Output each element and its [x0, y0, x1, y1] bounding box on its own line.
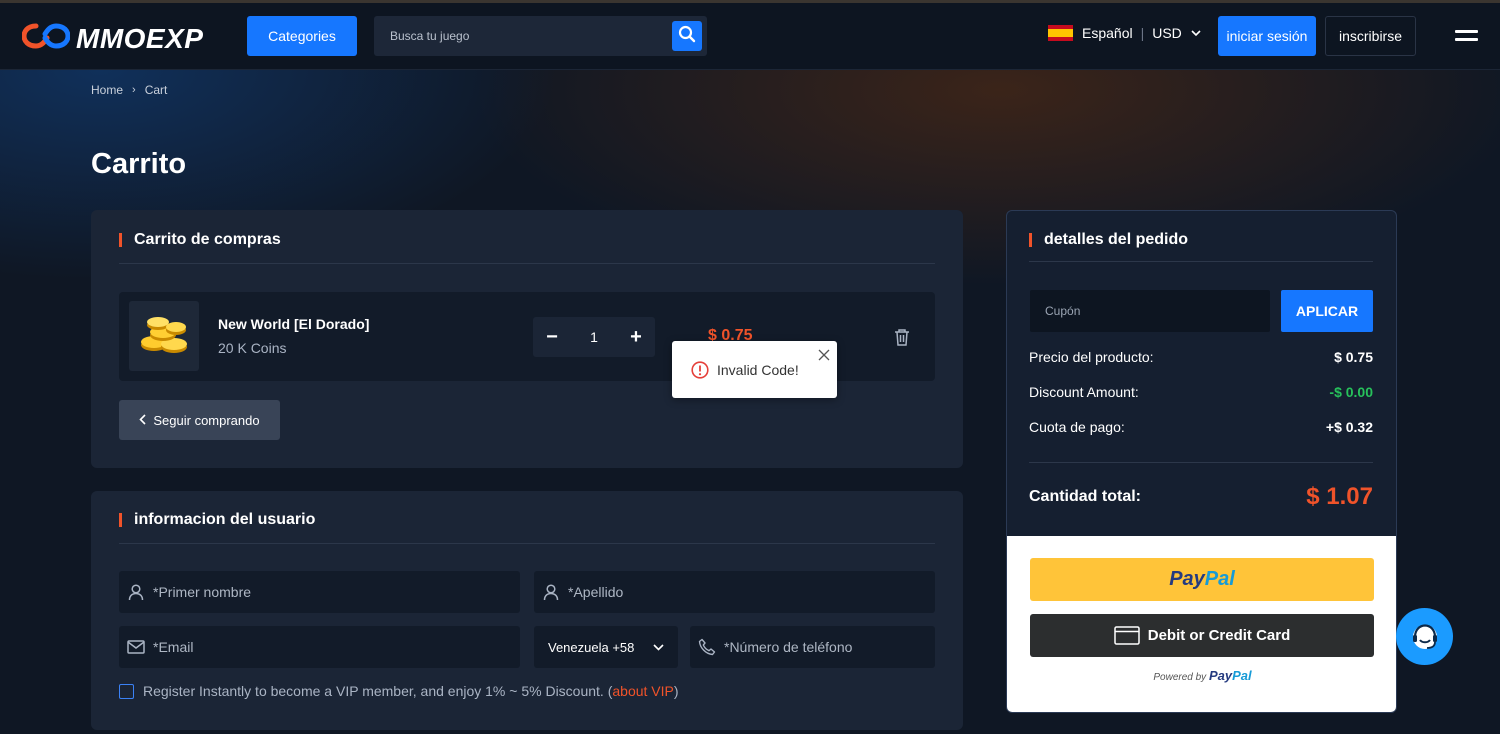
logo[interactable]: MMOEXP [21, 21, 204, 56]
search-bar [374, 16, 707, 56]
breadcrumb: Home › Cart [91, 83, 167, 97]
increase-button[interactable]: + [628, 326, 644, 349]
breadcrumb-home[interactable]: Home [91, 83, 123, 97]
continue-shopping-label: Seguir comprando [153, 412, 260, 428]
total-value: $ 1.07 [1306, 483, 1373, 510]
divider [1029, 261, 1373, 262]
vip-text-end: ) [673, 683, 679, 699]
quantity-stepper: − 1 + [533, 317, 655, 357]
fee-row: Cuota de pago: +$ 0.32 [1029, 419, 1373, 435]
email-field [119, 626, 520, 668]
last-name-input[interactable] [568, 584, 935, 600]
card-icon [1113, 626, 1140, 645]
continue-shopping-button[interactable]: Seguir comprando [119, 400, 280, 440]
user-icon [127, 583, 145, 601]
cart-card-title: Carrito de compras [134, 231, 281, 248]
chevron-down-icon [1191, 29, 1201, 37]
chevron-right-icon: › [132, 84, 136, 96]
search-button[interactable] [672, 21, 702, 51]
toast-message: Invalid Code! [717, 362, 799, 378]
country-code-value: Venezuela +58 [548, 639, 635, 655]
currency-label: USD [1152, 25, 1182, 41]
logo-infinity-icon [21, 21, 71, 56]
user-info-header: informacion del usuario [119, 511, 315, 529]
divider [1029, 462, 1373, 463]
divider [119, 263, 935, 264]
apply-coupon-button[interactable]: APLICAR [1281, 290, 1373, 332]
quantity-value[interactable]: 1 [590, 329, 598, 345]
language-label: Español [1082, 25, 1133, 41]
spain-flag-icon [1048, 25, 1073, 41]
item-name[interactable]: New World [El Dorado] [218, 316, 369, 332]
search-input[interactable] [390, 16, 660, 56]
error-icon [691, 361, 709, 384]
coins-icon [129, 301, 199, 371]
logo-text: MMOEXP [76, 22, 204, 54]
chevron-left-icon [139, 413, 146, 428]
breadcrumb-current: Cart [144, 83, 168, 97]
product-price-row: Precio del producto: $ 0.75 [1029, 349, 1373, 365]
product-price-value: $ 0.75 [1334, 349, 1373, 365]
total-row: Cantidad total: $ 1.07 [1029, 483, 1373, 511]
powered-by-text: Powered by [1153, 672, 1209, 683]
first-name-input[interactable] [153, 584, 520, 600]
fee-label: Cuota de pago: [1029, 419, 1125, 435]
vip-text: Register Instantly to become a VIP membe… [143, 683, 613, 699]
discount-row: Discount Amount: -$ 0.00 [1029, 384, 1373, 400]
phone-icon [698, 638, 716, 656]
page-title: Carrito [91, 148, 187, 180]
debit-credit-card-button[interactable]: Debit or Credit Card [1030, 614, 1374, 657]
discount-label: Discount Amount: [1029, 384, 1139, 400]
powered-paypal-pay: Pay [1208, 668, 1233, 683]
email-input[interactable] [153, 639, 520, 655]
first-name-field [119, 571, 520, 613]
about-vip-link[interactable]: about VIP [612, 683, 674, 699]
coupon-field [1030, 290, 1270, 332]
paypal-logo-pay: Pay [1169, 568, 1205, 590]
coupon-input[interactable] [1030, 290, 1270, 332]
paypal-logo-pal: Pal [1204, 568, 1235, 590]
paypal-button[interactable]: Pay Pal [1030, 558, 1374, 601]
error-toast: Invalid Code! [672, 341, 837, 398]
divider: | [1140, 25, 1145, 41]
accent-bar [119, 233, 122, 247]
product-price-label: Precio del producto: [1029, 349, 1154, 365]
item-subtitle: 20 K Coins [218, 340, 287, 356]
divider [119, 543, 935, 544]
login-button[interactable]: iniciar sesión [1218, 16, 1316, 56]
card-button-label: Debit or Credit Card [1147, 627, 1291, 644]
chevron-down-icon [653, 643, 664, 651]
vip-register-option: Register Instantly to become a VIP membe… [119, 683, 679, 699]
fee-value: +$ 0.32 [1325, 419, 1373, 435]
user-info-title: informacion del usuario [134, 511, 316, 528]
country-code-select[interactable]: Venezuela +58 [534, 626, 678, 668]
header: MMOEXP Categories Español | USD iniciar … [0, 3, 1500, 70]
vip-checkbox[interactable] [119, 683, 134, 699]
payment-area: Pay Pal Debit or Credit Card Powered by P… [1007, 536, 1396, 712]
last-name-field [534, 571, 935, 613]
order-details-header: detalles del pedido [1029, 231, 1188, 249]
decrease-button[interactable]: − [544, 326, 560, 349]
order-details-title: detalles del pedido [1044, 231, 1189, 248]
order-details-card: detalles del pedido APLICAR Precio del p… [1006, 210, 1397, 713]
powered-by-paypal: Powered by PayPal [1007, 668, 1396, 683]
language-currency-selector[interactable]: Español | USD [1048, 25, 1201, 41]
mail-icon [127, 640, 145, 654]
support-chat-icon[interactable] [1396, 608, 1453, 665]
discount-value: -$ 0.00 [1329, 384, 1373, 400]
accent-bar [1029, 233, 1032, 247]
hamburger-menu-icon[interactable] [1455, 30, 1478, 46]
cart-card-header: Carrito de compras [119, 231, 281, 249]
close-icon[interactable] [818, 347, 830, 364]
powered-paypal-pal: Pal [1232, 668, 1252, 683]
signup-button[interactable]: inscribirse [1325, 16, 1416, 56]
accent-bar [119, 513, 122, 527]
user-icon [542, 583, 560, 601]
categories-button[interactable]: Categories [247, 16, 357, 56]
phone-input[interactable] [724, 639, 935, 655]
search-icon [678, 25, 696, 48]
trash-icon[interactable] [893, 328, 911, 352]
phone-field [690, 626, 935, 668]
total-label: Cantidad total: [1029, 488, 1141, 505]
